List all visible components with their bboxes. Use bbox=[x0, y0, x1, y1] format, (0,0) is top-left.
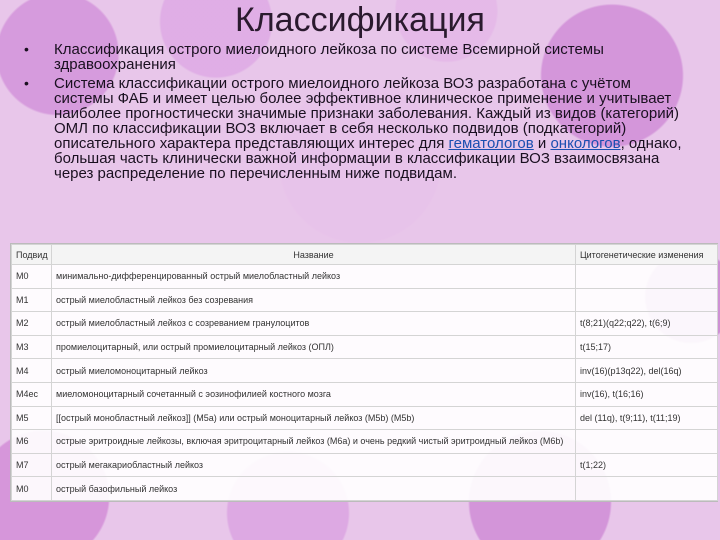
table-header-row: Подвид Название Цитогенетические изменен… bbox=[11, 244, 718, 265]
bullet-item: • Классификация острого миелоидного лейк… bbox=[24, 41, 684, 73]
cell-subtype: M6 bbox=[11, 429, 52, 454]
slide-title: Классификация bbox=[235, 1, 485, 39]
cell-name: миеломоноцитарный сочетанный с эозинофил… bbox=[51, 381, 576, 407]
cell-cytogenetics: inv(16), t(16;16) bbox=[575, 381, 718, 407]
bullet-dot-icon: • bbox=[24, 41, 29, 57]
cell-cytogenetics: t(1;22) bbox=[575, 452, 718, 478]
cell-cytogenetics bbox=[575, 476, 718, 501]
bullet-dot-icon: • bbox=[24, 75, 29, 91]
cell-subtype: M5 bbox=[11, 405, 52, 431]
cell-cytogenetics bbox=[575, 264, 718, 289]
cell-name: минимально-дифференцированный острый мие… bbox=[51, 264, 576, 289]
bullet-item: • Система классификации острого миелоидн… bbox=[24, 75, 684, 182]
cell-subtype: M7 bbox=[11, 452, 52, 478]
cell-subtype: M0 bbox=[11, 476, 52, 501]
table-row: M3 промиелоцитарный, или острый промиело… bbox=[11, 334, 718, 360]
cell-cytogenetics bbox=[575, 287, 718, 313]
table-row: M6 острые эритроидные лейкозы, включая э… bbox=[11, 429, 718, 454]
table-row: M0 острый базофильный лейкоз bbox=[11, 476, 718, 501]
cell-name: промиелоцитарный, или острый промиелоцит… bbox=[51, 334, 576, 360]
cell-cytogenetics: inv(16)(p13q22), del(16q) bbox=[575, 358, 718, 383]
cell-subtype: M3 bbox=[11, 334, 52, 360]
table-row: M7 острый мегакариобластный лейкоз t(1;2… bbox=[11, 452, 718, 478]
cell-name: острый миелобластный лейкоз без созреван… bbox=[51, 287, 576, 313]
cell-name: острый миеломоноцитарный лейкоз bbox=[51, 358, 576, 383]
cell-subtype: M1 bbox=[11, 287, 52, 313]
cell-subtype: M4ec bbox=[11, 381, 52, 407]
table-row: M1 острый миелобластный лейкоз без созре… bbox=[11, 287, 718, 313]
column-header-name: Название bbox=[51, 244, 576, 265]
cell-cytogenetics: del (11q), t(9;11), t(11;19) bbox=[575, 405, 718, 431]
cell-subtype: M0 bbox=[11, 264, 52, 289]
table-row: M4 острый миеломоноцитарный лейкоз inv(1… bbox=[11, 358, 718, 383]
table-row: M2 острый миелобластный лейкоз с созрева… bbox=[11, 311, 718, 336]
cell-cytogenetics: t(15;17) bbox=[575, 334, 718, 360]
cell-name: острые эритроидные лейкозы, включая эрит… bbox=[51, 429, 576, 454]
cell-subtype: M4 bbox=[11, 358, 52, 383]
cell-name: [[острый монобластный лейкоз]] (M5a) или… bbox=[51, 405, 576, 431]
bullet-list: • Классификация острого миелоидного лейк… bbox=[24, 41, 684, 182]
table-row: M4ec миеломоноцитарный сочетанный с эози… bbox=[11, 381, 718, 407]
column-header-cytogenetics: Цитогенетические изменения bbox=[575, 244, 718, 265]
table-row: M0 минимально-дифференцированный острый … bbox=[11, 264, 718, 289]
cell-subtype: M2 bbox=[11, 311, 52, 336]
cell-cytogenetics bbox=[575, 429, 718, 454]
table-row: M5 [[острый монобластный лейкоз]] (M5a) … bbox=[11, 405, 718, 431]
classification-table: Подвид Название Цитогенетические изменен… bbox=[10, 243, 718, 502]
bullet-text: Классификация острого миелоидного лейкоз… bbox=[54, 41, 604, 73]
column-header-subtype: Подвид bbox=[11, 244, 52, 265]
cell-name: острый мегакариобластный лейкоз bbox=[51, 452, 576, 478]
cell-cytogenetics: t(8;21)(q22;q22), t(6;9) bbox=[575, 311, 718, 336]
cell-name: острый базофильный лейкоз bbox=[51, 476, 576, 501]
cell-name: острый миелобластный лейкоз с созревание… bbox=[51, 311, 576, 336]
